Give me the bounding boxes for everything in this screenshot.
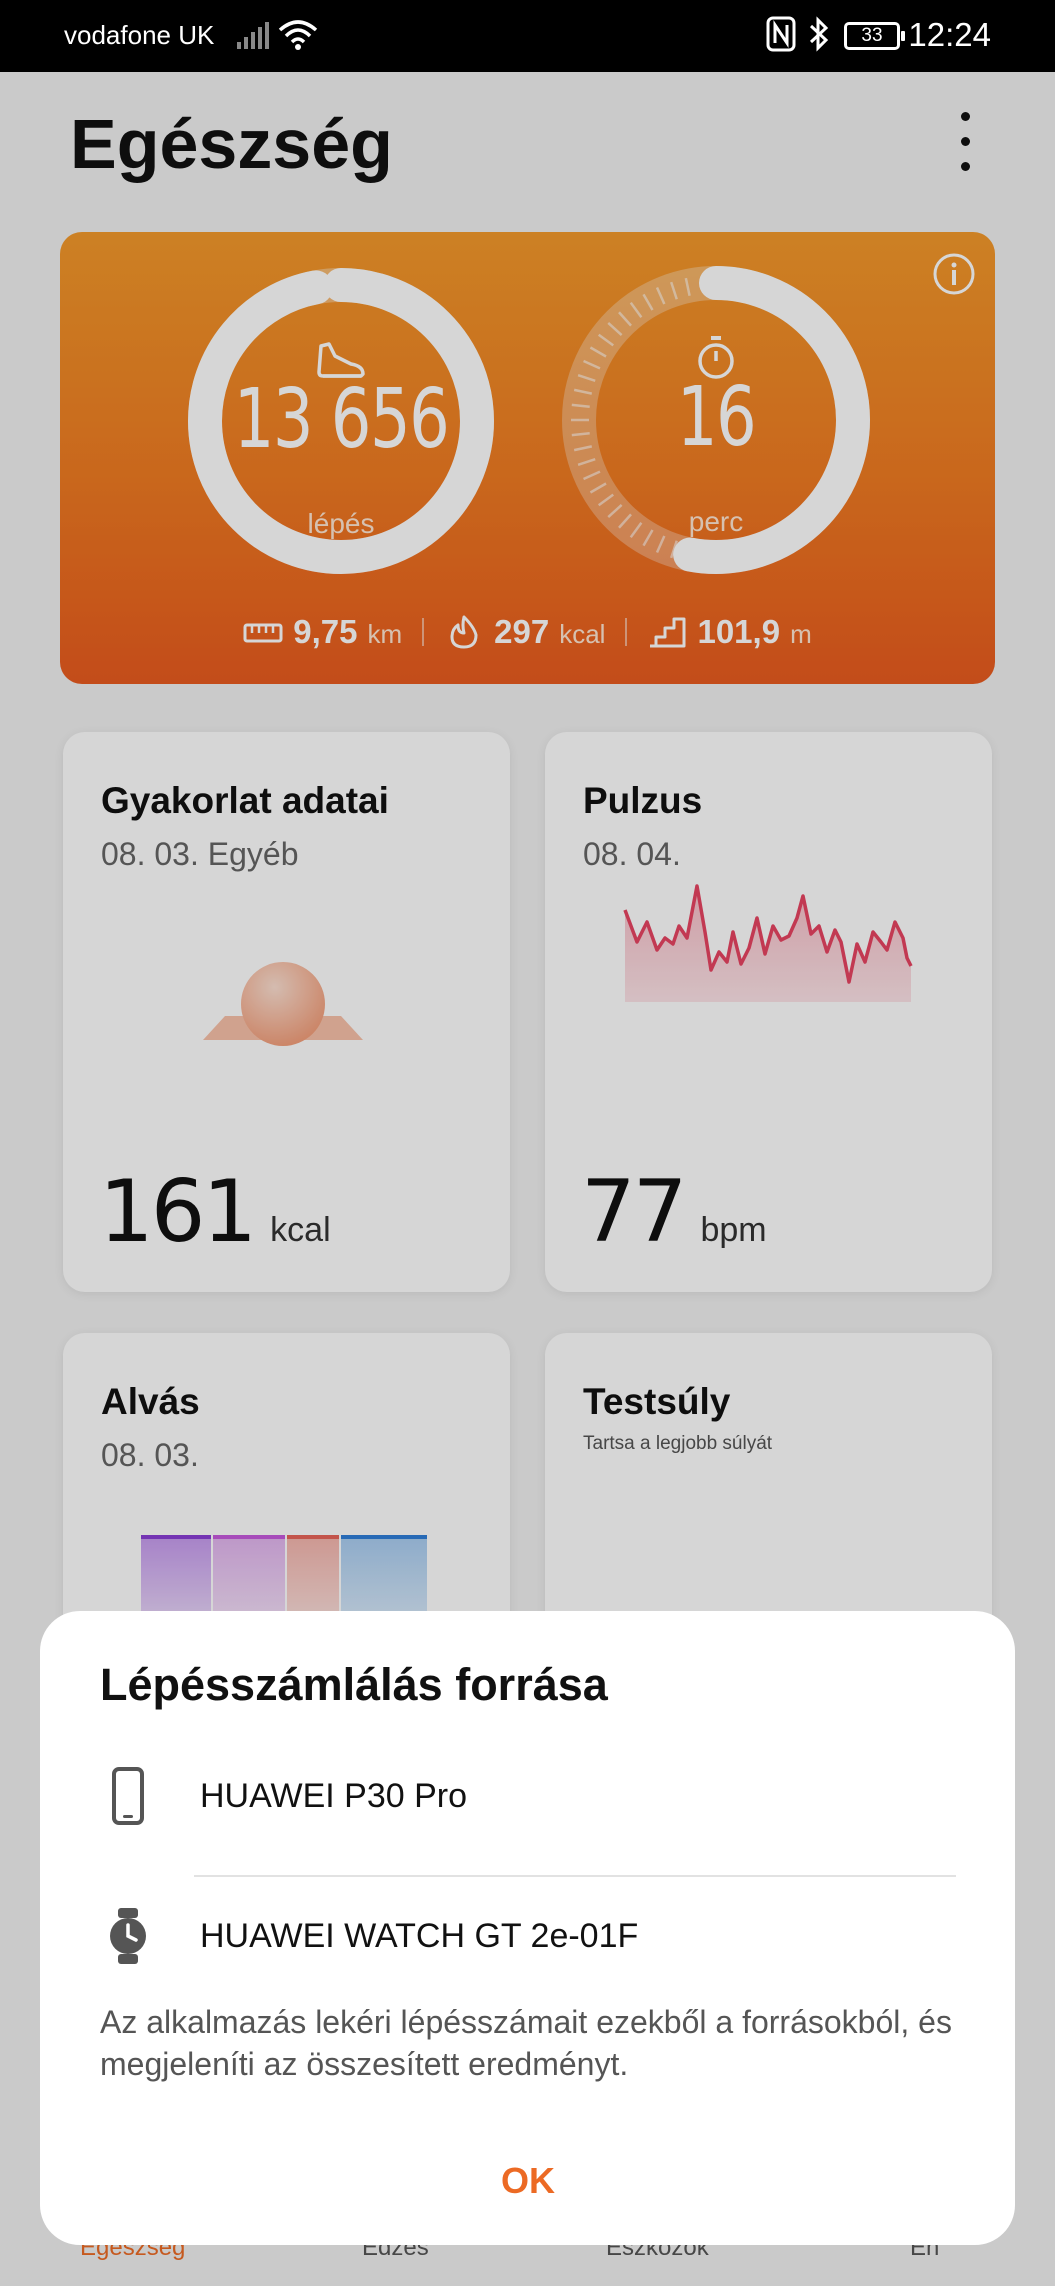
step-source-dialog: Lépésszámlálás forrása HUAWEI P30 Pro HU…	[40, 1611, 1015, 2245]
phone-icon	[112, 1767, 144, 1825]
source-item-phone[interactable]: HUAWEI P30 Pro	[40, 1735, 1015, 1855]
source-item-watch[interactable]: HUAWEI WATCH GT 2e-01F	[40, 1875, 1015, 1995]
carrier-name: vodafone UK	[64, 20, 215, 50]
dialog-title: Lépésszámlálás forrása	[100, 1659, 608, 1710]
signal-icon	[237, 22, 269, 49]
bluetooth-icon	[809, 16, 829, 52]
dialog-description: Az alkalmazás lekéri lépésszámait ezekbő…	[100, 2004, 952, 2082]
clock: 12:24	[908, 16, 991, 53]
ok-button[interactable]: OK	[428, 2141, 628, 2221]
source-label: HUAWEI P30 Pro	[200, 1777, 468, 1815]
nfc-icon	[766, 16, 796, 52]
status-bar: vodafone UK 33 12:24	[0, 0, 1055, 72]
watch-icon	[110, 1908, 146, 1964]
wifi-icon	[278, 20, 318, 50]
source-label: HUAWEI WATCH GT 2e-01F	[200, 1917, 639, 1955]
battery-icon: 33	[844, 22, 905, 50]
